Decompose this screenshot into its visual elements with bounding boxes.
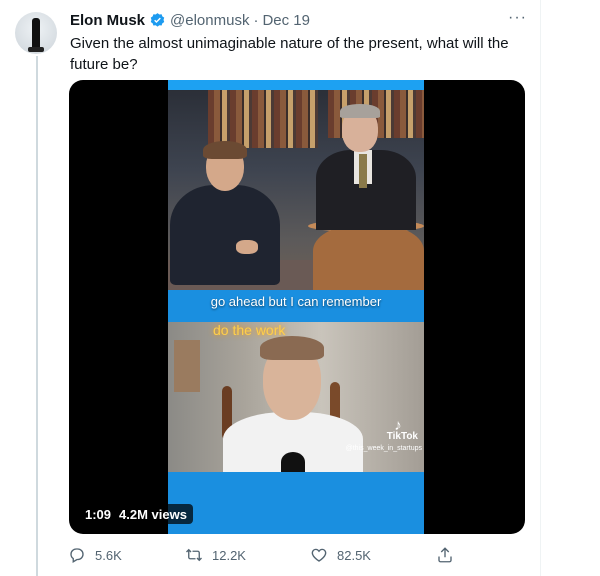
author-handle[interactable]: @elonmusk [170,12,249,29]
share-button[interactable] [436,544,463,566]
tweet-date[interactable]: Dec 19 [262,12,310,29]
tweet-actions: 5.6K 12.2K 82.5K [68,544,538,566]
more-options-icon[interactable]: ··· [508,10,527,26]
video-duration: 1:09 [85,506,112,522]
tiktok-icon: ♪ [394,417,402,434]
tiktok-username: @this_week_in_startups [345,445,422,452]
retweet-button[interactable]: 12.2K [185,544,246,566]
tweet-header: Elon Musk @elonmusk · Dec 19 [70,10,310,30]
frame-top-bar [168,80,424,90]
like-count: 82.5K [337,547,371,563]
reply-button[interactable]: 5.6K [68,544,122,566]
wall-poster [174,340,200,392]
verified-badge-icon [149,12,166,29]
video-stats-badge: 1:09 4.2M views [79,504,193,524]
reply-icon [70,548,84,563]
host-figure [308,104,418,230]
desk [313,225,424,290]
bookshelf [208,90,318,148]
author-name[interactable]: Elon Musk [70,12,145,29]
reply-count: 5.6K [95,547,122,563]
starship-image [28,18,44,52]
share-icon [438,547,452,563]
retweet-icon [186,548,202,562]
separator-dot: · [253,11,259,29]
tiktok-brand: TikTok [386,431,418,442]
like-button[interactable]: 82.5K [310,544,371,566]
column-divider [540,0,541,576]
heart-icon [311,548,327,562]
video-views: 4.2M views [119,506,187,522]
video-caption: go ahead but I can remember [210,294,382,309]
tiktok-watermark: ♪ TikTok @this_week_in_startups [336,417,422,454]
video-frame: go ahead but I can remember do the work … [168,80,424,534]
microphone [281,452,305,472]
avatar[interactable] [15,12,57,54]
tweet-text: Given the almost unimaginable nature of … [70,35,509,73]
video-player[interactable]: go ahead but I can remember do the work … [69,80,525,534]
guest-figure [170,141,280,285]
talk-show-clip [168,90,424,290]
neon-sign: do the work [213,322,286,338]
speaker-hair [260,336,324,360]
retweet-count: 12.2K [212,547,246,563]
thread-line [36,56,38,576]
